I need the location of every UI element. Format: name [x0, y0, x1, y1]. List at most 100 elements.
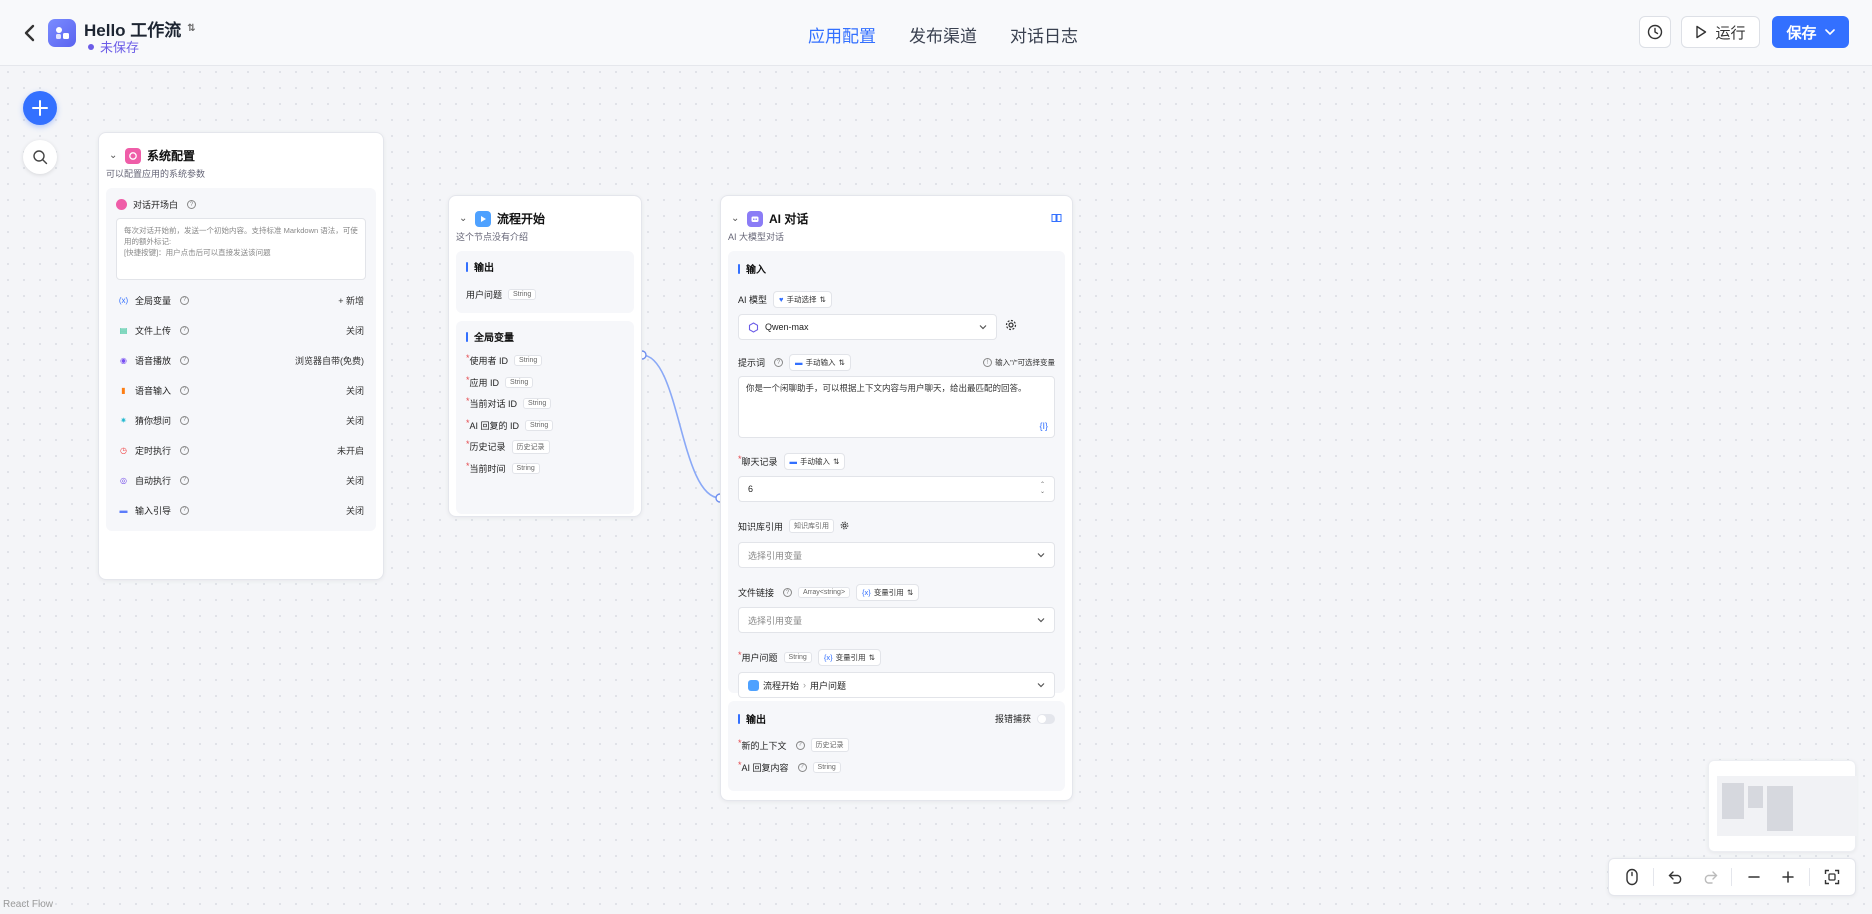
- help-icon[interactable]: ?: [180, 325, 190, 335]
- system-setting-row[interactable]: ▬ 输入引导? 关闭: [116, 495, 366, 525]
- system-setting-row[interactable]: ▤ 文件上传? 关闭: [116, 315, 366, 345]
- kb-select[interactable]: 选择引用变量: [738, 542, 1055, 568]
- type-tag: String: [523, 398, 552, 410]
- help-icon[interactable]: ?: [180, 475, 190, 485]
- mouse-mode-icon[interactable]: [1620, 865, 1644, 889]
- ai-chat-icon: [747, 210, 763, 227]
- model-select-row: Qwen-max: [738, 314, 1055, 340]
- redo-icon[interactable]: [1698, 865, 1722, 889]
- react-flow-attribution[interactable]: React Flow: [3, 899, 53, 910]
- divider: [1731, 868, 1733, 886]
- setting-value[interactable]: 浏览器自带(免费): [295, 354, 364, 367]
- prompt-label-row: 提示词 ? ▬ 手动输入 ⇅ ! 输入"/"可选择变量: [738, 354, 1055, 371]
- collapse-icon[interactable]: ⌄: [109, 150, 119, 161]
- system-config-icon: [125, 147, 141, 164]
- help-icon[interactable]: ?: [797, 762, 807, 772]
- collapse-icon[interactable]: ⌄: [459, 213, 469, 224]
- help-icon[interactable]: ?: [180, 385, 190, 395]
- node-description: 这个节点没有介绍: [456, 232, 529, 242]
- model-select[interactable]: Qwen-max: [738, 314, 997, 340]
- question-source: 流程开始: [763, 680, 800, 691]
- history-number-input[interactable]: 6 ⌃ ⌄: [738, 476, 1055, 502]
- node-description: AI 大模型对话: [728, 232, 785, 242]
- book-icon[interactable]: [1051, 210, 1062, 228]
- setting-value[interactable]: 未开启: [337, 444, 364, 457]
- system-setting-row[interactable]: (x) 全局变量? + 新增: [116, 285, 366, 315]
- system-setting-row[interactable]: ◉ 语音播放? 浏览器自带(免费): [116, 345, 366, 375]
- question-mode-select[interactable]: {x} 变量引用 ⇅: [817, 649, 881, 666]
- required-mark: *: [466, 374, 470, 385]
- global-variables-list: *使用者 ID String *应用 ID String *当前对话 ID String *…: [466, 350, 624, 479]
- history-mode-select[interactable]: ▬ 手动输入 ⇅: [783, 453, 846, 470]
- help-icon[interactable]: ?: [180, 505, 190, 515]
- help-icon[interactable]: ?: [187, 200, 197, 209]
- variable-icon: {x}: [823, 653, 833, 662]
- help-icon[interactable]: ?: [783, 588, 793, 597]
- system-setting-row[interactable]: ◷ 定时执行? 未开启: [116, 435, 366, 465]
- catch-error-toggle[interactable]: [1037, 713, 1055, 724]
- node-description: 可以配置应用的系统参数: [106, 169, 206, 179]
- setting-value[interactable]: 关闭: [346, 414, 364, 427]
- system-settings-section: 对话开场白 ? 每次对话开始前，发送一个初始内容。支持标准 Markdown 语…: [106, 188, 376, 531]
- question-label: 用户问题: [741, 653, 778, 663]
- file-placeholder: 选择引用变量: [748, 615, 803, 626]
- ai-output-title: 输出: [738, 711, 766, 726]
- node-title: AI 对话: [769, 212, 809, 226]
- required-mark: *: [738, 737, 742, 748]
- flow-start-icon: [475, 210, 491, 227]
- zoom-in-icon[interactable]: [1776, 865, 1800, 889]
- divider: [1809, 868, 1811, 886]
- system-setting-row[interactable]: ✷ 猜你想问? 关闭: [116, 405, 366, 435]
- file-mode-select[interactable]: {x} 变量引用 ⇅: [856, 584, 920, 601]
- help-icon[interactable]: ?: [180, 445, 190, 455]
- system-config-node[interactable]: ⌄ 系统配置 可以配置应用的系统参数 对话开场白 ? 每次对话开始前，发送一个初…: [98, 132, 384, 580]
- setting-value[interactable]: + 新增: [338, 294, 364, 307]
- history-value: 6: [748, 484, 754, 494]
- kb-tag: 知识库引用: [789, 519, 835, 533]
- input-section: 输入 AI 模型 ♥ 手动选择 ⇅ Qwen-max 提示词 ? ▬ 手动输入 …: [728, 251, 1065, 698]
- kb-placeholder: 选择引用变量: [748, 550, 803, 561]
- system-setting-row[interactable]: ◎ 自动执行? 关闭: [116, 465, 366, 495]
- question-mode-label: 变量引用: [835, 653, 866, 662]
- undo-icon[interactable]: [1664, 865, 1688, 889]
- stepper-icon[interactable]: ⌃ ⌄: [1040, 482, 1045, 496]
- settings-gear-icon[interactable]: [1005, 318, 1017, 336]
- file-label-row: 文件链接 ? Array<string> {x} 变量引用 ⇅: [738, 584, 1055, 601]
- type-tag: String: [508, 289, 537, 301]
- setting-label: 文件上传: [135, 325, 172, 336]
- help-icon[interactable]: ?: [180, 295, 190, 305]
- kb-label-row: 知识库引用 知识库引用: [738, 517, 1055, 535]
- output-section: 输出 用户问题 String: [456, 251, 634, 313]
- help-icon[interactable]: ?: [180, 415, 190, 425]
- setting-value[interactable]: 关闭: [346, 504, 364, 517]
- help-icon[interactable]: ?: [795, 740, 805, 750]
- help-icon[interactable]: ?: [774, 358, 784, 367]
- help-icon[interactable]: ?: [180, 355, 190, 365]
- question-field: 用户问题: [810, 680, 847, 691]
- collapse-icon[interactable]: ⌄: [731, 213, 741, 224]
- file-select[interactable]: 选择引用变量: [738, 607, 1055, 633]
- opening-textarea[interactable]: 每次对话开始前，发送一个初始内容。支持标准 Markdown 语法，可使用的额外…: [116, 218, 366, 280]
- global-variable-row: *历史记录 历史记录: [466, 436, 624, 458]
- flow-start-node[interactable]: ⌄ 流程开始 这个节点没有介绍 输出 用户问题 String 全局变量 *使用者…: [448, 195, 642, 517]
- prompt-mode-select[interactable]: ▬ 手动输入 ⇅: [789, 354, 851, 371]
- question-select[interactable]: 流程开始 › 用户问题: [738, 672, 1055, 698]
- system-setting-row[interactable]: ▮ 语音输入? 关闭: [116, 375, 366, 405]
- ai-assist-icon[interactable]: {I}: [1039, 421, 1048, 432]
- setting-value[interactable]: 关闭: [346, 474, 364, 487]
- setting-value[interactable]: 关闭: [346, 384, 364, 397]
- setting-label: 输入引导: [135, 505, 172, 516]
- settings-gear-icon[interactable]: [840, 517, 849, 535]
- zoom-out-icon[interactable]: [1742, 865, 1766, 889]
- model-mode-select[interactable]: ♥ 手动选择 ⇅: [773, 291, 832, 308]
- prompt-textarea[interactable]: 你是一个闲聊助手，可以根据上下文内容与用户聊天，给出最匹配的回答。 {I}: [738, 376, 1055, 438]
- broadcast-icon: ◉: [120, 355, 127, 365]
- required-mark: *: [738, 759, 742, 770]
- ai-chat-node[interactable]: ⌄ AI 对话 AI 大模型对话 输入 AI 模型 ♥ 手动选择 ⇅ Qwen-ma…: [720, 195, 1073, 801]
- minimap[interactable]: [1708, 760, 1857, 852]
- prompt-value: 你是一个闲聊助手，可以根据上下文内容与用户聊天，给出最匹配的回答。: [746, 383, 1027, 393]
- info-icon: !: [983, 358, 993, 367]
- heart-icon: ♥: [779, 295, 784, 304]
- fit-view-icon[interactable]: [1820, 865, 1844, 889]
- setting-value[interactable]: 关闭: [346, 324, 364, 337]
